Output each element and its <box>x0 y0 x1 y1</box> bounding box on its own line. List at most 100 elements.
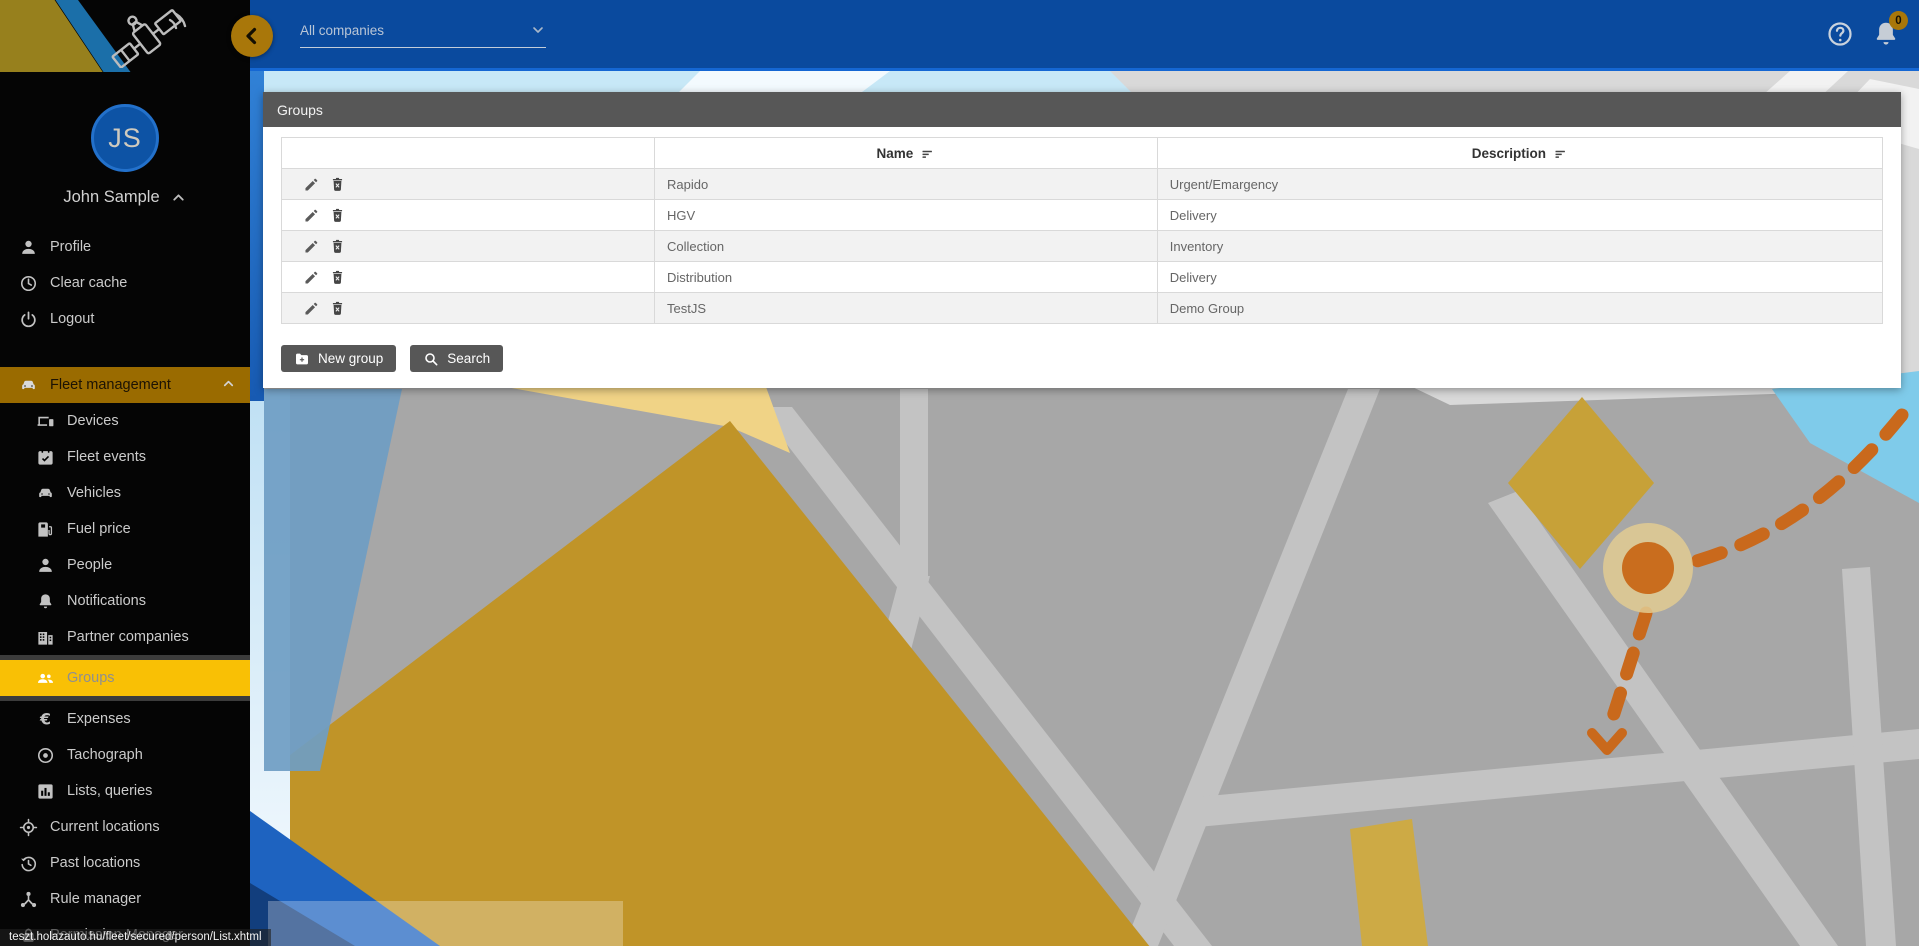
delete-button[interactable] <box>329 238 346 255</box>
button-label: New group <box>318 351 384 366</box>
sidebar-item-label: Fleet management <box>50 377 171 393</box>
sidebar-item-label: Rule manager <box>50 891 142 907</box>
sidebar-item-label: Notifications <box>67 593 146 609</box>
sidebar-item-logout[interactable]: Logout <box>0 301 250 337</box>
chevron-down-icon <box>530 22 546 38</box>
collapse-sidebar-button[interactable] <box>231 15 273 57</box>
table-row: Rapido Urgent/Emargency <box>280 168 1884 200</box>
delete-button[interactable] <box>329 300 346 317</box>
history-icon <box>19 854 38 873</box>
group-description: Demo Group <box>1156 292 1884 324</box>
sidebar-item-current-locations[interactable]: Current locations <box>0 809 250 845</box>
sidebar: JS John Sample Profile Clear cache Logou… <box>0 0 250 946</box>
sidebar-item-clear-cache[interactable]: Clear cache <box>0 265 250 301</box>
people-group-icon <box>36 669 55 688</box>
hub-icon <box>19 890 38 909</box>
car-icon <box>19 376 38 395</box>
edit-button[interactable] <box>303 269 320 286</box>
sidebar-item-fuel-price[interactable]: Fuel price <box>0 511 250 547</box>
satellite-logo-icon <box>111 9 187 68</box>
topbar: All companies 0 <box>250 0 1919 71</box>
fuel-pump-icon <box>36 520 55 539</box>
group-name: Collection <box>654 230 1158 262</box>
edit-button[interactable] <box>303 176 320 193</box>
sidebar-item-label: Lists, queries <box>67 783 153 799</box>
sidebar-item-vehicles[interactable]: Vehicles <box>0 475 250 511</box>
help-icon[interactable] <box>1826 20 1854 48</box>
notifications-bell-icon[interactable]: 0 <box>1871 11 1908 49</box>
sidebar-item-past-locations[interactable]: Past locations <box>0 845 250 881</box>
groups-panel: Groups Name Description Rapido Urgent/Em… <box>263 92 1901 388</box>
folder-plus-icon <box>294 351 310 367</box>
table-row: HGV Delivery <box>280 199 1884 231</box>
sidebar-item-devices[interactable]: Devices <box>0 403 250 439</box>
sidebar-item-notifications[interactable]: Notifications <box>0 583 250 619</box>
group-name: TestJS <box>654 292 1158 324</box>
edit-button[interactable] <box>303 238 320 255</box>
group-name: Distribution <box>654 261 1158 293</box>
sidebar-item-fleet-management[interactable]: Fleet management <box>0 367 250 403</box>
sidebar-item-label: Logout <box>50 311 95 327</box>
sidebar-item-fleet-events[interactable]: Fleet events <box>0 439 250 475</box>
building-icon <box>36 628 55 647</box>
table-row: TestJS Demo Group <box>280 292 1884 324</box>
sidebar-item-profile[interactable]: Profile <box>0 229 250 265</box>
sidebar-item-people[interactable]: People <box>0 547 250 583</box>
group-name: HGV <box>654 199 1158 231</box>
search-button[interactable]: Search <box>410 345 504 372</box>
sidebar-item-label: Groups <box>67 670 115 686</box>
sidebar-item-rule-manager[interactable]: Rule manager <box>0 881 250 917</box>
groups-table: Name Description Rapido Urgent/Emargency… <box>280 137 1884 324</box>
table-row: Distribution Delivery <box>280 261 1884 293</box>
edit-button[interactable] <box>303 300 320 317</box>
sidebar-item-label: Current locations <box>50 819 160 835</box>
group-description: Urgent/Emargency <box>1156 168 1884 200</box>
sidebar-item-tachograph[interactable]: Tachograph <box>0 737 250 773</box>
sidebar-item-label: Expenses <box>67 711 131 727</box>
bell-icon <box>36 592 55 611</box>
sidebar-item-groups[interactable]: Groups <box>0 660 250 696</box>
delete-button[interactable] <box>329 269 346 286</box>
car-icon <box>36 484 55 503</box>
name-column-header[interactable]: Name <box>654 137 1158 169</box>
chevron-up-icon <box>221 376 236 395</box>
app-logo <box>0 0 250 72</box>
group-description: Delivery <box>1156 261 1884 293</box>
sidebar-item-label: Fleet events <box>67 449 146 465</box>
svg-text:€: € <box>39 710 51 729</box>
sidebar-menu: Profile Clear cache Logout Fleet managem… <box>0 229 250 946</box>
sidebar-item-lists-queries[interactable]: Lists, queries <box>0 773 250 809</box>
sidebar-item-label: Clear cache <box>50 275 128 291</box>
delete-button[interactable] <box>329 207 346 224</box>
calendar-check-icon <box>36 448 55 467</box>
sidebar-item-partner-companies[interactable]: Partner companies <box>0 619 250 655</box>
sidebar-item-label: Fuel price <box>67 521 131 537</box>
company-selector-value: All companies <box>300 23 385 38</box>
button-label: Search <box>447 351 491 366</box>
description-column-header[interactable]: Description <box>1156 137 1884 169</box>
user-name: John Sample <box>63 188 160 206</box>
app-root: All companies 0 JS John Sample Profile C… <box>0 0 1919 946</box>
search-icon <box>423 351 439 367</box>
company-selector[interactable]: All companies <box>300 22 546 48</box>
table-row: Collection Inventory <box>280 230 1884 262</box>
sidebar-item-label: Devices <box>67 413 119 429</box>
avatar[interactable]: JS <box>91 104 159 172</box>
gps-icon <box>19 818 38 837</box>
panel-title: Groups <box>263 92 1901 127</box>
delete-button[interactable] <box>329 176 346 193</box>
user-menu-toggle[interactable]: John Sample <box>0 188 250 207</box>
column-label: Name <box>876 145 914 161</box>
sort-icon[interactable] <box>920 147 935 160</box>
new-group-button[interactable]: New group <box>281 345 397 372</box>
sidebar-item-expenses[interactable]: € Expenses <box>0 701 250 737</box>
sidebar-item-label: Partner companies <box>67 629 189 645</box>
clock-icon <box>19 274 38 293</box>
edit-button[interactable] <box>303 207 320 224</box>
devices-icon <box>36 412 55 431</box>
sort-icon[interactable] <box>1553 147 1568 160</box>
actions-column-header <box>280 137 656 169</box>
power-icon <box>19 310 38 329</box>
sidebar-item-label: People <box>67 557 113 573</box>
sidebar-item-label: Profile <box>50 239 92 255</box>
